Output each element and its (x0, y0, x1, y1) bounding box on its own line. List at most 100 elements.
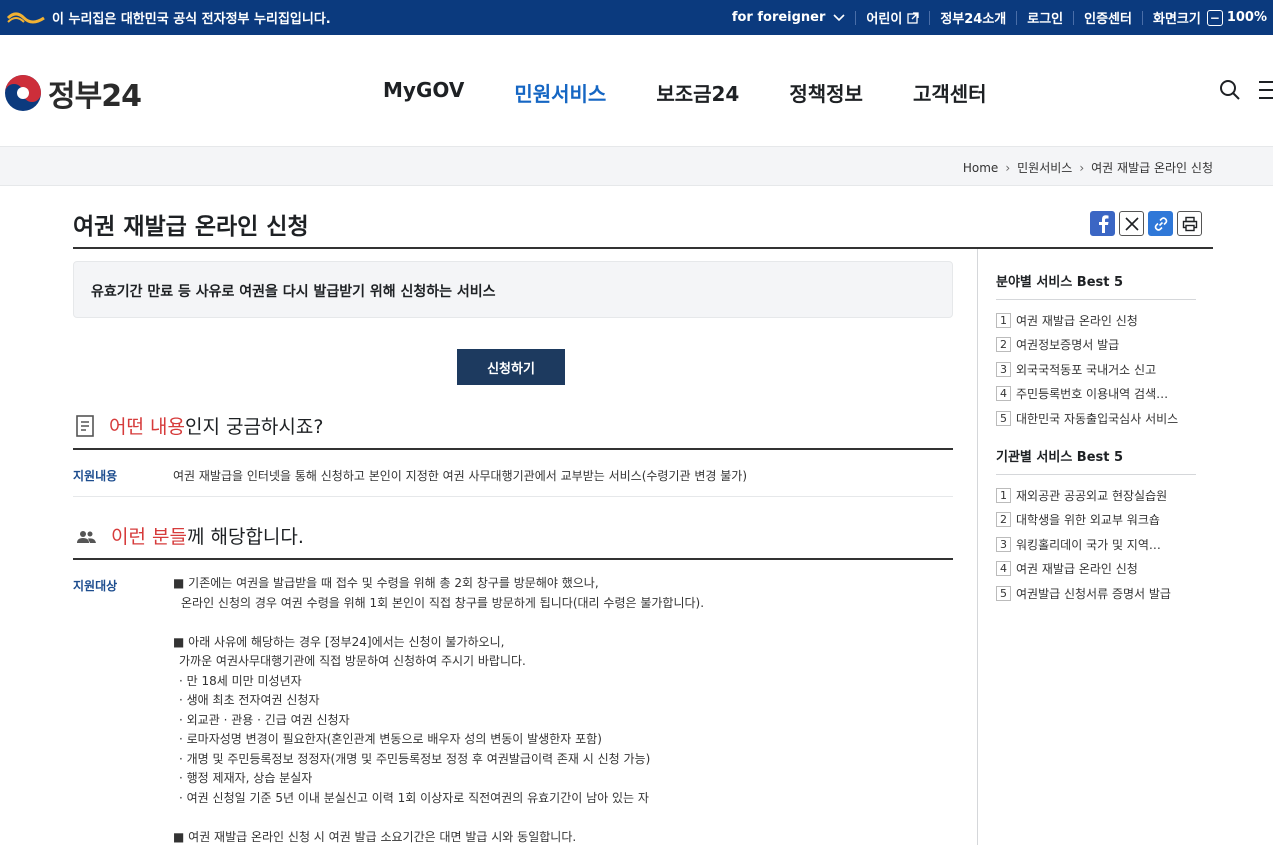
logo-text: 정부24 (48, 71, 141, 115)
support-content-text: 여권 재발급을 인터넷을 통해 신청하고 본인이 지정한 여권 사무대행기관에서… (173, 467, 747, 484)
print-button[interactable] (1177, 211, 1202, 236)
external-link-icon (907, 12, 919, 24)
best-field-item-label: 외국국적동포 국내거소 신고 (1016, 361, 1156, 378)
taegeuk-logo-icon (4, 74, 42, 112)
best-org-item-label: 여권발급 신청서류 증명서 발급 (1016, 585, 1171, 602)
nav-policy-info[interactable]: 정책정보 (789, 78, 863, 107)
facebook-share-button[interactable] (1090, 211, 1115, 236)
top-utility-bar: 이 누리집은 대한민국 공식 전자정부 누리집입니다. for foreigne… (0, 0, 1273, 35)
facebook-icon (1096, 215, 1110, 233)
title-divider (73, 247, 1213, 249)
best-org-item[interactable]: 2 대학생을 위한 외교부 워크숍 (996, 508, 1196, 533)
best-org-title: 기관별 서비스 Best 5 (996, 446, 1196, 475)
best-org-item-label: 대학생을 위한 외교부 워크숍 (1016, 511, 1160, 528)
target-line: ■ 아래 사유에 해당하는 경우 [정부24]에서는 신청이 불가하오니, (173, 633, 704, 653)
breadcrumb-home[interactable]: Home (963, 161, 998, 175)
x-logo-icon (1124, 216, 1140, 232)
best-field-item[interactable]: 1 여권 재발급 온라인 신청 (996, 308, 1196, 333)
rank-number: 3 (996, 537, 1011, 552)
copy-link-button[interactable] (1148, 211, 1173, 236)
best-org-item-label: 여권 재발급 온라인 신청 (1016, 560, 1138, 577)
all-menu-button[interactable] (1259, 79, 1273, 105)
best-org-item[interactable]: 5 여권발급 신청서류 증명서 발급 (996, 581, 1196, 606)
rank-number: 4 (996, 386, 1011, 401)
rank-number: 5 (996, 411, 1011, 426)
rank-number: 1 (996, 488, 1011, 503)
target-line: · 만 18세 미만 미성년자 (173, 672, 704, 692)
target-line: · 여권 신청일 기준 5년 이내 분실신고 이력 1회 이상자로 직전여권의 … (173, 789, 704, 809)
best-field-item-label: 주민등록번호 이용내역 검색서비스 (1016, 385, 1176, 402)
utility-menu: for foreigner 어린이 정부24소개 로그인 인증센터 화면크기 −… (722, 0, 1273, 35)
zoom-level: 100% (1227, 10, 1267, 25)
rank-number: 5 (996, 586, 1011, 601)
support-content-label: 지원내용 (73, 467, 117, 484)
best-field-title: 분야별 서비스 Best 5 (996, 271, 1196, 300)
page-title: 여권 재발급 온라인 신청 (73, 207, 309, 241)
kids-link[interactable]: 어린이 (856, 11, 930, 25)
rank-number: 1 (996, 313, 1011, 328)
share-tools (1090, 211, 1206, 236)
nav-subsidy24[interactable]: 보조금24 (656, 78, 739, 107)
rank-number: 2 (996, 512, 1011, 527)
sidebar-divider (977, 249, 978, 845)
login-link[interactable]: 로그인 (1017, 11, 1074, 25)
target-line: ■ 기존에는 여권을 발급받을 때 접수 및 수령을 위해 총 2회 창구를 방… (173, 574, 704, 594)
section-who-highlight: 이런 분들 (111, 522, 187, 549)
best-org-item[interactable]: 3워킹홀리데이 국가 및 지역별 정보 (996, 532, 1196, 557)
nav-customer-center[interactable]: 고객센터 (913, 78, 987, 107)
rank-number: 2 (996, 337, 1011, 352)
apply-button[interactable]: 신청하기 (457, 349, 565, 385)
breadcrumb-bar: Home › 민원서비스 › 여권 재발급 온라인 신청 (0, 146, 1273, 186)
best-org-item[interactable]: 4 여권 재발급 온라인 신청 (996, 557, 1196, 582)
screen-size-label: 화면크기 (1153, 8, 1201, 27)
target-line (173, 808, 704, 828)
for-foreigner-label: for foreigner (732, 10, 826, 25)
target-line: · 개명 및 주민등록정보 정정자(개명 및 주민등록정보 정정 후 여권발급이… (173, 750, 704, 770)
breadcrumb-current: 여권 재발급 온라인 신청 (1091, 159, 1213, 176)
best-field-item[interactable]: 2여권정보증명서 발급 (996, 333, 1196, 358)
link-icon (1153, 216, 1169, 232)
nav-civil-service[interactable]: 민원서비스 (514, 78, 606, 107)
best-org-item-label: 재외공관 공공외교 현장실습원 (1016, 487, 1167, 504)
zoom-out-button[interactable]: − (1207, 10, 1223, 26)
main-nav: MyGOV 민원서비스 보조금24 정책정보 고객센터 (383, 78, 1037, 107)
gov-notice-text: 이 누리집은 대한민국 공식 전자정부 누리집입니다. (52, 8, 331, 27)
rank-number: 4 (996, 561, 1011, 576)
header-tools (1201, 79, 1273, 105)
best-field-list: 1 여권 재발급 온라인 신청 2여권정보증명서 발급 3 외국국적동포 국내거소 … (996, 308, 1196, 431)
breadcrumb-civil-service[interactable]: 민원서비스 (1017, 159, 1072, 176)
for-foreigner-menu[interactable]: for foreigner (722, 11, 857, 25)
section-what-heading: 어떤 내용 인지 궁금하시죠? (73, 412, 953, 450)
cert-center-link[interactable]: 인증센터 (1074, 11, 1143, 25)
target-line: · 외교관 · 관용 · 긴급 여권 신청자 (173, 711, 704, 731)
site-header: 정부24 MyGOV 민원서비스 보조금24 정책정보 고객센터 (0, 35, 1273, 146)
best-field-item[interactable]: 5 대한민국 자동출입국심사 서비스 (996, 406, 1196, 431)
best-field-item-label: 대한민국 자동출입국심사 서비스 (1016, 410, 1178, 427)
gov-emblem-icon (6, 9, 46, 27)
target-line: ■ 여권 재발급 온라인 신청 시 여권 발급 소요기간은 대면 발급 시와 동… (173, 828, 704, 847)
x-share-button[interactable] (1119, 211, 1144, 236)
hamburger-menu-icon (1259, 79, 1273, 101)
best-field-item-label: 여권 재발급 온라인 신청 (1016, 312, 1138, 329)
service-summary: 유효기간 만료 등 사유로 여권을 다시 발급받기 위해 신청하는 서비스 (73, 261, 953, 318)
document-icon (75, 415, 95, 442)
search-button[interactable] (1219, 79, 1241, 105)
gov-notice[interactable]: 이 누리집은 대한민국 공식 전자정부 누리집입니다. (0, 0, 331, 35)
search-icon (1219, 79, 1241, 101)
about-link[interactable]: 정부24소개 (930, 11, 1017, 25)
best-field-item[interactable]: 3 외국국적동포 국내거소 신고 (996, 357, 1196, 382)
screen-size-control: 화면크기 − 100% (1143, 11, 1273, 25)
rank-number: 3 (996, 362, 1011, 377)
site-logo[interactable]: 정부24 (4, 71, 141, 115)
best-org-box: 기관별 서비스 Best 5 1 재외공관 공공외교 현장실습원 2 대학생을 위한… (996, 446, 1196, 606)
chevron-down-icon (833, 14, 845, 22)
best-field-item[interactable]: 4 주민등록번호 이용내역 검색서비스 (996, 382, 1196, 407)
users-icon (75, 525, 97, 550)
section-what-highlight: 어떤 내용 (109, 412, 185, 439)
target-line: · 생애 최초 전자여권 신청자 (173, 691, 704, 711)
target-line: · 행정 제재자, 상습 분실자 (173, 769, 704, 789)
target-line: 가까운 여권사무대행기관에 직접 방문하여 신청하여 주시기 바랍니다. (173, 652, 704, 672)
nav-mygov[interactable]: MyGOV (383, 78, 464, 107)
best-org-item[interactable]: 1 재외공관 공공외교 현장실습원 (996, 483, 1196, 508)
chevron-right-icon: › (1005, 161, 1010, 175)
